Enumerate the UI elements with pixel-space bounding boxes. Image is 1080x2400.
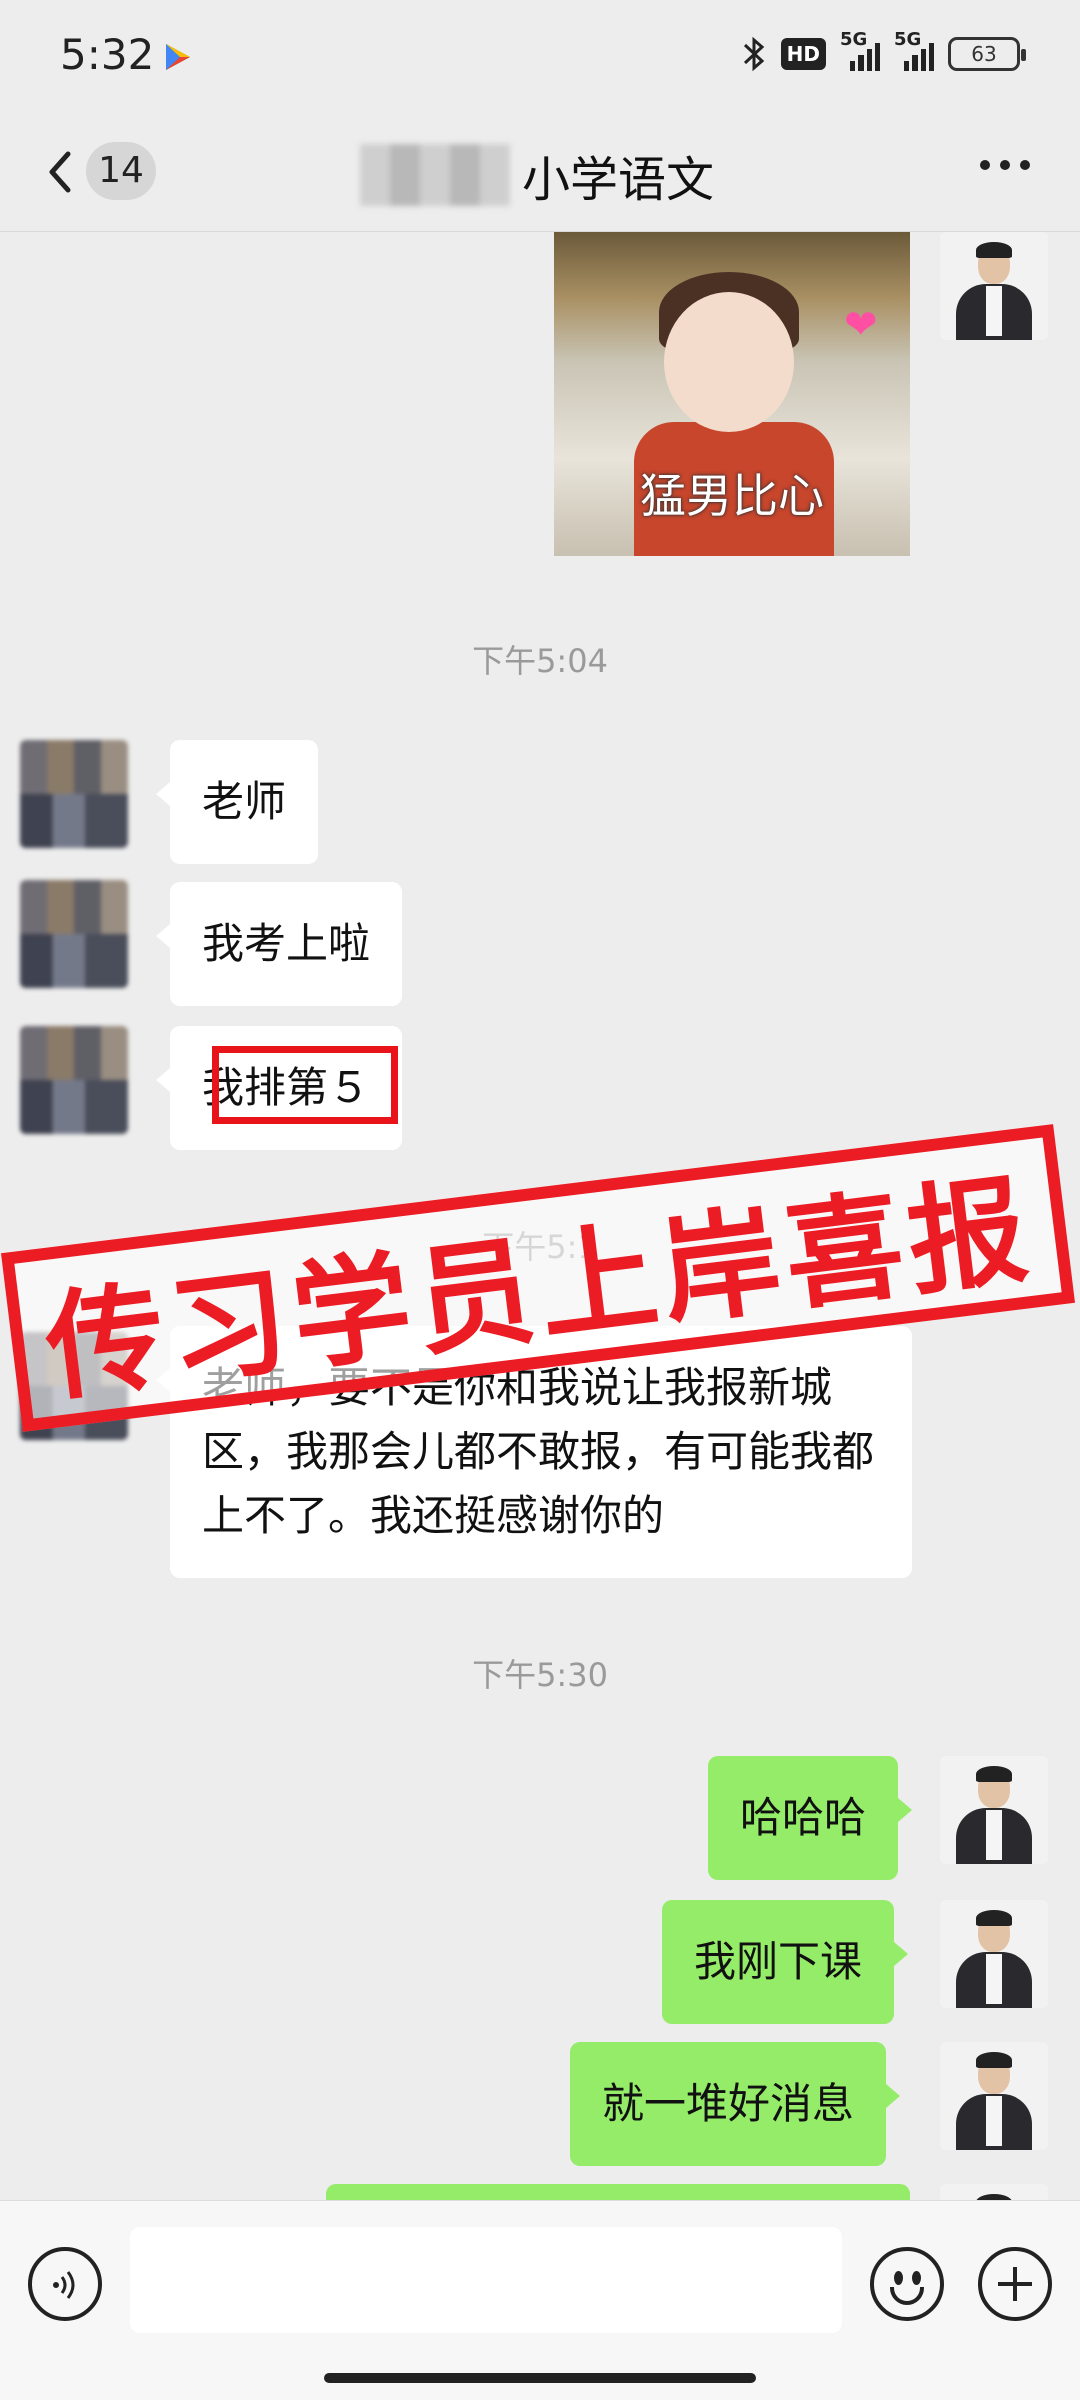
meme-caption: 猛男比心 <box>640 469 824 523</box>
chat-header: 14 小学语文 <box>0 120 1080 232</box>
avatar-student[interactable] <box>20 880 128 988</box>
battery-indicator: 63 <box>948 37 1026 71</box>
avatar-student[interactable] <box>20 1026 128 1134</box>
chat-title: 小学语文 <box>522 152 715 208</box>
message-bubble[interactable]: 我刚下课 <box>662 1900 909 2024</box>
play-store-icon <box>166 44 190 70</box>
message-bubble[interactable]: 老师 <box>155 740 319 864</box>
plus-icon[interactable] <box>978 2247 1052 2321</box>
message-bubble[interactable]: 哈哈哈 <box>708 1756 913 1880</box>
message-bubble[interactable]: 就一堆好消息 <box>570 2042 901 2166</box>
status-time: 5:32 <box>60 30 155 79</box>
time-label: 下午5:30 <box>472 1656 608 1694</box>
blurred-group-name <box>360 144 510 206</box>
message-input[interactable] <box>130 2227 842 2333</box>
time-label: 下午5:04 <box>472 642 608 680</box>
rank-highlight-box <box>212 1046 398 1124</box>
avatar-teacher[interactable] <box>940 1900 1048 2008</box>
more-icon[interactable] <box>980 160 1030 170</box>
input-bar <box>0 2200 1080 2400</box>
image-message[interactable]: ❤ 猛男比心 <box>554 232 910 556</box>
avatar-teacher[interactable] <box>940 1756 1048 1864</box>
avatar-teacher[interactable] <box>940 2184 1048 2200</box>
unread-count-badge[interactable]: 14 <box>86 142 156 200</box>
bluetooth-icon <box>743 36 764 72</box>
avatar-student[interactable] <box>20 740 128 848</box>
voice-icon[interactable] <box>28 2247 102 2321</box>
home-indicator[interactable] <box>324 2373 756 2383</box>
message-bubble-partial[interactable] <box>326 2184 910 2200</box>
status-bar: 5:32 HD 5G 5G 63 <box>0 0 1080 120</box>
avatar-teacher[interactable] <box>940 2042 1048 2150</box>
back-icon[interactable] <box>40 142 80 202</box>
avatar-teacher[interactable] <box>940 232 1048 340</box>
message-bubble[interactable]: 我考上啦 <box>155 882 403 1006</box>
status-icons: HD 5G 5G 63 <box>741 29 1026 74</box>
signal-1: 5G <box>840 29 880 71</box>
hd-badge: HD <box>780 38 826 70</box>
emoji-icon[interactable] <box>870 2247 944 2321</box>
signal-2: 5G <box>894 29 934 71</box>
heart-icon: ❤ <box>844 302 878 348</box>
